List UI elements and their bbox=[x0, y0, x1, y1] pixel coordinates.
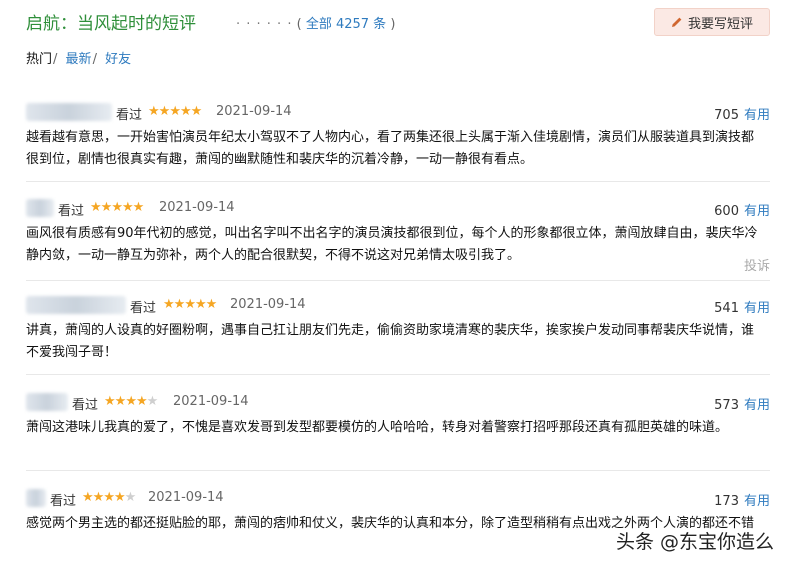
vote-number: 705 bbox=[714, 108, 739, 123]
avatar[interactable] bbox=[26, 199, 54, 217]
star-icon: ★ bbox=[113, 490, 126, 505]
useful-button[interactable]: 有用 bbox=[744, 494, 770, 509]
rating-stars: ★★★★★ bbox=[148, 104, 203, 119]
comment-text: 萧闯这港味儿我真的爱了，不愧是喜欢发哥到发型都要模仿的人哈哈哈，转身对着警察打招… bbox=[26, 420, 729, 435]
avatar[interactable] bbox=[26, 296, 126, 314]
useful-button[interactable]: 有用 bbox=[744, 108, 770, 123]
tab-hot[interactable]: 热门 bbox=[26, 52, 52, 67]
rating-stars: ★★★★★ bbox=[163, 297, 218, 312]
rating-stars: ★★★★★ bbox=[104, 394, 159, 409]
tab-latest[interactable]: 最新 bbox=[66, 52, 92, 67]
vote-number: 173 bbox=[714, 494, 739, 509]
comment-count: · · · · · · ( 全部 4257 条 ) bbox=[236, 13, 395, 32]
comment-date: 2021-09-14 bbox=[230, 297, 306, 312]
vote-count: 573 有用 bbox=[714, 394, 770, 413]
divider bbox=[26, 181, 770, 182]
pencil-icon bbox=[671, 17, 682, 27]
count-open: ( bbox=[296, 17, 306, 32]
rating-stars: ★★★★★ bbox=[90, 200, 145, 215]
vote-number: 573 bbox=[714, 398, 739, 413]
watch-status: 看过 bbox=[50, 494, 77, 509]
divider bbox=[26, 374, 770, 375]
watermark: 头条 @东宝你造么 bbox=[615, 531, 774, 553]
star-icon: ★ bbox=[111, 200, 123, 215]
vote-count: 541 有用 bbox=[714, 297, 770, 316]
all-comments-link[interactable]: 全部 4257 条 bbox=[306, 17, 386, 32]
star-icon: ★ bbox=[194, 297, 207, 312]
watch-status: 看过 bbox=[58, 204, 85, 219]
useful-button[interactable]: 有用 bbox=[744, 204, 770, 219]
watch-status: 看过 bbox=[116, 108, 143, 123]
watch-status: 看过 bbox=[130, 301, 157, 316]
vote-count: 173 有用 bbox=[714, 490, 770, 509]
star-icon: ★ bbox=[125, 394, 137, 409]
comment-date: 2021-09-14 bbox=[148, 490, 224, 505]
comment-text: 讲真，萧闯的人设真的好圈粉啊，遇事自己扛让朋友们先走，偷偷资助家境清寒的裴庆华，… bbox=[26, 323, 755, 360]
report-link[interactable]: 投诉 bbox=[744, 255, 770, 274]
star-icon: ★ bbox=[92, 490, 105, 505]
sort-tabs: 热门/ 最新/ 好友 bbox=[26, 48, 131, 67]
vote-number: 541 bbox=[714, 301, 739, 316]
comment-text: 越看越有意思，一开始害怕演员年纪太小驾驭不了人物内心，看了两集还很上头属于渐入佳… bbox=[26, 130, 755, 167]
watch-status: 看过 bbox=[72, 398, 99, 413]
vote-number: 600 bbox=[714, 204, 739, 219]
useful-button[interactable]: 有用 bbox=[744, 398, 770, 413]
star-icon: ★ bbox=[190, 104, 203, 119]
star-icon: ★ bbox=[132, 200, 145, 215]
rating-stars: ★★★★★ bbox=[82, 490, 137, 505]
comment-date: 2021-09-14 bbox=[159, 200, 235, 215]
title-dots: · · · · · · bbox=[236, 17, 293, 32]
star-icon: ★ bbox=[179, 104, 192, 119]
star-icon: ★ bbox=[163, 297, 175, 312]
tab-friends[interactable]: 好友 bbox=[105, 52, 131, 67]
star-icon: ★ bbox=[103, 490, 115, 505]
tab-separator: / bbox=[92, 52, 97, 67]
comment-item: 看过 ★★★★★ 2021-09-14 573 有用 萧闯这港味儿我真的爱了，不愧… bbox=[26, 393, 770, 439]
useful-button[interactable]: 有用 bbox=[744, 301, 770, 316]
comment-meta: 看过 ★★★★★ 2021-09-14 600 有用 bbox=[26, 199, 770, 219]
star-icon: ★ bbox=[124, 490, 137, 505]
avatar[interactable] bbox=[26, 393, 68, 411]
comments-header: 启航：当风起时的短评 · · · · · · ( 全部 4257 条 ) 我要写… bbox=[26, 8, 770, 36]
divider bbox=[26, 470, 770, 471]
avatar[interactable] bbox=[26, 489, 46, 507]
star-icon: ★ bbox=[173, 297, 186, 312]
write-review-label: 我要写短评 bbox=[687, 16, 753, 32]
write-review-button[interactable]: 我要写短评 bbox=[654, 8, 770, 36]
comment-item: 看过 ★★★★★ 2021-09-14 541 有用 讲真，萧闯的人设真的好圈粉啊… bbox=[26, 296, 770, 364]
page-title: 启航：当风起时的短评 bbox=[26, 14, 196, 34]
comment-meta: 看过 ★★★★★ 2021-09-14 541 有用 bbox=[26, 296, 770, 316]
divider bbox=[26, 280, 770, 281]
count-close: ) bbox=[386, 17, 396, 32]
star-icon: ★ bbox=[205, 297, 218, 312]
tab-separator: / bbox=[53, 52, 58, 67]
star-icon: ★ bbox=[82, 490, 94, 505]
comment-item: 看过 ★★★★★ 2021-09-14 600 有用 画风很有质感有90年代初的感… bbox=[26, 199, 770, 274]
comment-meta: 看过 ★★★★★ 2021-09-14 173 有用 bbox=[26, 489, 770, 509]
comment-meta: 看过 ★★★★★ 2021-09-14 705 有用 bbox=[26, 103, 770, 123]
vote-count: 600 有用 bbox=[714, 200, 770, 219]
star-icon: ★ bbox=[158, 104, 171, 119]
comment-date: 2021-09-14 bbox=[173, 394, 249, 409]
vote-count: 705 有用 bbox=[714, 104, 770, 123]
star-icon: ★ bbox=[104, 394, 116, 409]
star-icon: ★ bbox=[169, 104, 181, 119]
star-icon: ★ bbox=[148, 104, 160, 119]
comment-text: 画风很有质感有90年代初的感觉，叫出名字叫不出名字的演员演技都很到位，每个人的形… bbox=[26, 226, 758, 263]
comment-date: 2021-09-14 bbox=[216, 104, 292, 119]
star-icon: ★ bbox=[100, 200, 113, 215]
comment-meta: 看过 ★★★★★ 2021-09-14 573 有用 bbox=[26, 393, 770, 413]
comment-item: 看过 ★★★★★ 2021-09-14 705 有用 越看越有意思，一开始害怕演员… bbox=[26, 103, 770, 171]
star-icon: ★ bbox=[135, 394, 148, 409]
star-icon: ★ bbox=[121, 200, 134, 215]
avatar[interactable] bbox=[26, 103, 112, 121]
star-icon: ★ bbox=[184, 297, 196, 312]
star-icon: ★ bbox=[90, 200, 102, 215]
star-icon: ★ bbox=[114, 394, 127, 409]
star-icon: ★ bbox=[146, 394, 159, 409]
